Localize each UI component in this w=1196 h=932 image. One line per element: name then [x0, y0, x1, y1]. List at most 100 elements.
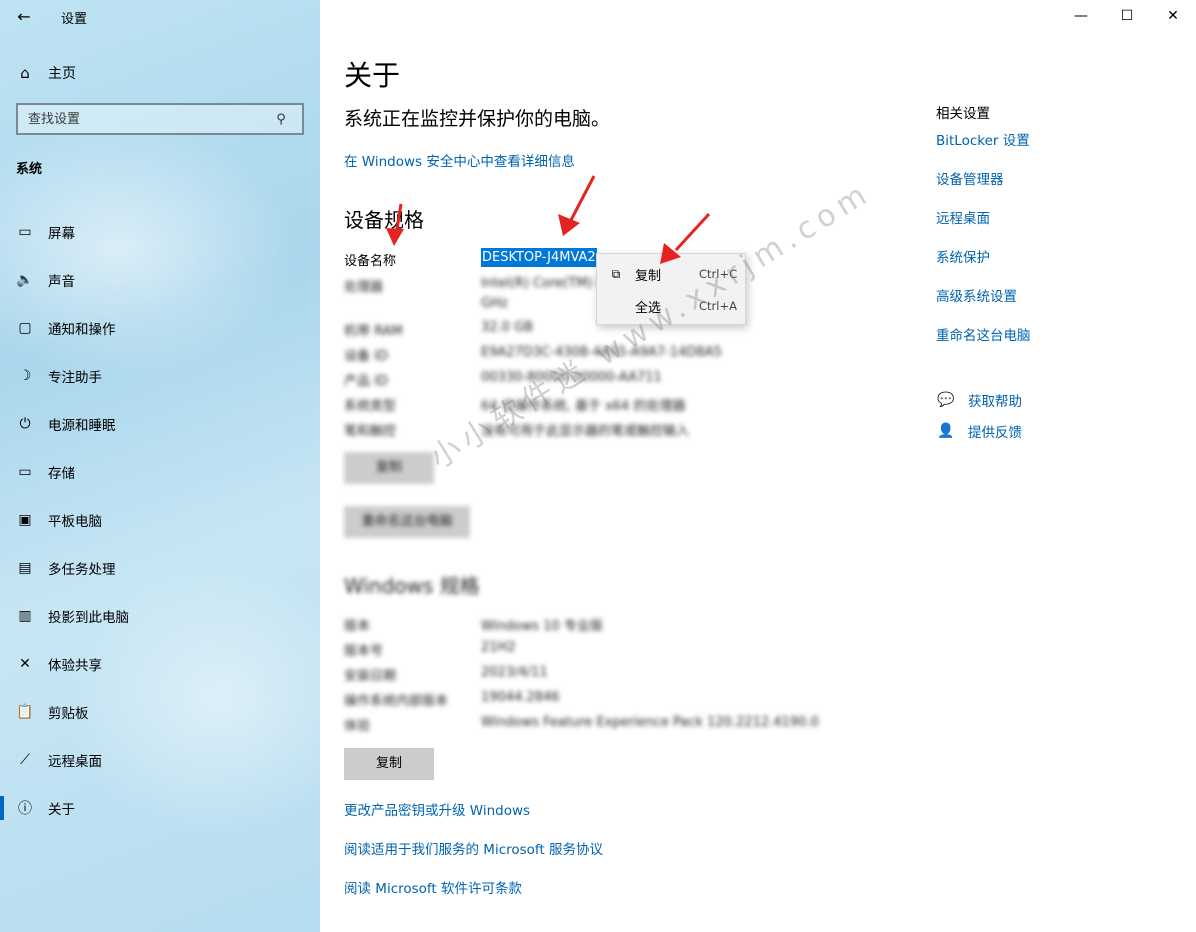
minimize-button[interactable]: — [1058, 0, 1104, 32]
security-center-link[interactable]: 在 Windows 安全中心中查看详细信息 [344, 150, 575, 170]
sidebar-item-remote-desktop[interactable]: ⟋ 远程桌面 [0, 736, 320, 784]
back-arrow-icon[interactable]: ← [10, 4, 38, 30]
remote-desktop-link[interactable]: 远程桌面 [936, 207, 990, 227]
windows-spec-title: Windows 规格 [344, 574, 480, 598]
sidebar-item-label: 剪贴板 [48, 706, 89, 722]
sound-icon: 🔈 [16, 272, 34, 288]
sidebar-item-label: 关于 [48, 802, 75, 818]
feedback-label: 提供反馈 [968, 425, 1022, 441]
feedback-row[interactable]: 👤 提供反馈 [936, 421, 1022, 441]
display-icon: ▭ [18, 224, 32, 240]
help-chat-icon: 💬 [937, 392, 955, 408]
device-spec-key: 设备 ID [344, 349, 388, 364]
page-title: 关于 [344, 59, 401, 92]
projecting-icon: ▥ [18, 608, 32, 624]
sidebar-item-focus-assist[interactable]: ☽ 专注助手 [0, 352, 320, 400]
windows-spec-key: 体验 [344, 719, 371, 734]
focus-assist-icon: ☽ [18, 368, 32, 384]
windows-spec-key: 版本 [344, 619, 371, 634]
tablet-icon: ▣ [18, 512, 32, 528]
license-terms-link[interactable]: 阅读 Microsoft 软件许可条款 [344, 877, 522, 897]
windows-spec-key: 版本号 [344, 644, 384, 659]
sidebar-item-power[interactable]: ⏻ 电源和睡眠 [0, 400, 320, 448]
windows-spec-value: Windows Feature Experience Pack 120.2212… [481, 715, 819, 730]
sidebar-home-label: 主页 [48, 66, 76, 82]
window-controls: — ☐ ✕ [1058, 0, 1196, 32]
sidebar-item-tablet[interactable]: ▣ 平板电脑 [0, 496, 320, 544]
copy-windows-spec-button[interactable]: 复制 [344, 748, 434, 780]
remote-desktop-icon: ⟋ [20, 752, 30, 768]
change-product-key-link[interactable]: 更改产品密钥或升级 Windows [344, 799, 530, 819]
sidebar-item-label: 声音 [48, 274, 75, 290]
device-spec-title: 设备规格 [344, 208, 424, 232]
sidebar-item-sound[interactable]: 🔈 声音 [0, 256, 320, 304]
sidebar-nav: ▭ 屏幕 🔈 声音 ▢ 通知和操作 ☽ 专注助手 ⏻ 电源和睡眠 ▭ 存储 ▣ 平板电脑 ▤ 多任务处理 ▥ 投影… [0, 208, 320, 832]
info-icon: ⓘ [18, 801, 32, 817]
system-protection-link[interactable]: 系统保护 [936, 246, 990, 266]
sidebar-item-label: 远程桌面 [48, 754, 102, 770]
maximize-button[interactable]: ☐ [1104, 0, 1150, 32]
arrow-to-device-name-value [558, 175, 596, 236]
windows-spec-key: 安装日期 [344, 669, 397, 684]
sidebar-item-label: 存储 [48, 466, 75, 482]
windows-spec-value: Windows 10 专业版 [481, 619, 603, 634]
copy-icon: ⧉ [611, 266, 621, 281]
get-help-label: 获取帮助 [968, 394, 1022, 410]
storage-icon: ▭ [18, 464, 32, 480]
copy-device-spec-button[interactable]: 复制 [344, 452, 434, 484]
close-button[interactable]: ✕ [1150, 0, 1196, 32]
device-spec-value: GHz [481, 296, 508, 311]
home-icon: ⌂ [20, 64, 30, 82]
protection-status: 系统正在监控并保护你的电脑。 [344, 108, 611, 130]
sidebar-item-label: 投影到此电脑 [48, 610, 129, 626]
sidebar-item-info[interactable]: ⓘ 关于 [0, 784, 320, 832]
windows-spec-key: 操作系统内部版本 [344, 694, 449, 709]
app-title: 设置 [61, 12, 88, 27]
sidebar-item-display[interactable]: ▭ 屏幕 [0, 208, 320, 256]
rename-this-pc-link[interactable]: 重命名这台电脑 [936, 324, 1031, 344]
search-input[interactable] [18, 111, 268, 127]
sidebar-item-label: 通知和操作 [48, 322, 116, 338]
sidebar: ← 设置 ⌂ 主页 ⚲ 系统 ▭ 屏幕 🔈 声音 ▢ 通知和操作 ☽ 专注助手 ⏻ 电源和睡眠 ▭ 存… [0, 0, 320, 932]
sidebar-item-label: 电源和睡眠 [48, 418, 116, 434]
sidebar-item-storage[interactable]: ▭ 存储 [0, 448, 320, 496]
shared-experience-icon: ✕ [19, 656, 31, 672]
sidebar-item-label: 专注助手 [48, 370, 102, 386]
sidebar-item-shared-experience[interactable]: ✕ 体验共享 [0, 640, 320, 688]
get-help-row[interactable]: 💬 获取帮助 [936, 390, 1022, 410]
service-agreement-link[interactable]: 阅读适用于我们服务的 Microsoft 服务协议 [344, 838, 603, 858]
clipboard-icon: 📋 [16, 704, 34, 720]
advanced-system-settings-link[interactable]: 高级系统设置 [936, 285, 1017, 305]
device-spec-key: 产品 ID [344, 374, 388, 389]
multitasking-icon: ▤ [18, 560, 32, 576]
notification-icon: ▢ [18, 320, 32, 336]
device-spec-key: 笔和触控 [344, 424, 397, 439]
sidebar-item-projecting[interactable]: ▥ 投影到此电脑 [0, 592, 320, 640]
search-icon[interactable]: ⚲ [268, 112, 294, 127]
device-spec-value: 32.0 GB [481, 320, 534, 335]
related-settings-title: 相关设置 [936, 106, 990, 122]
title-bar: ← 设置 [0, 0, 320, 34]
section-title: 系统 [16, 162, 43, 177]
windows-spec-value: 19044.2846 [481, 690, 560, 705]
feedback-icon: 👤 [937, 423, 955, 439]
sidebar-item-label: 平板电脑 [48, 514, 102, 530]
sidebar-item-label: 体验共享 [48, 658, 102, 674]
sidebar-item-label: 多任务处理 [48, 562, 116, 578]
power-icon: ⏻ [19, 416, 31, 432]
device-name-value[interactable]: DESKTOP-J4MVA2 [481, 248, 597, 267]
sidebar-item-multitasking[interactable]: ▤ 多任务处理 [0, 544, 320, 592]
windows-spec-value: 21H2 [481, 640, 516, 655]
device-name-label: 设备名称 [344, 254, 397, 269]
sidebar-item-notification[interactable]: ▢ 通知和操作 [0, 304, 320, 352]
device-manager-link[interactable]: 设备管理器 [936, 168, 1004, 188]
windows-spec-value: 2023/4/11 [481, 665, 548, 680]
rename-pc-button[interactable]: 重命名这台电脑 [344, 506, 470, 538]
sidebar-home[interactable]: ⌂ 主页 [16, 62, 76, 84]
sidebar-item-clipboard[interactable]: 📋 剪贴板 [0, 688, 320, 736]
sidebar-item-label: 屏幕 [48, 226, 75, 242]
device-spec-key: 系统类型 [344, 399, 397, 414]
bitlocker-link[interactable]: BitLocker 设置 [936, 129, 1030, 149]
search-box[interactable]: ⚲ [16, 103, 304, 135]
device-spec-key: 机带 RAM [344, 324, 403, 339]
